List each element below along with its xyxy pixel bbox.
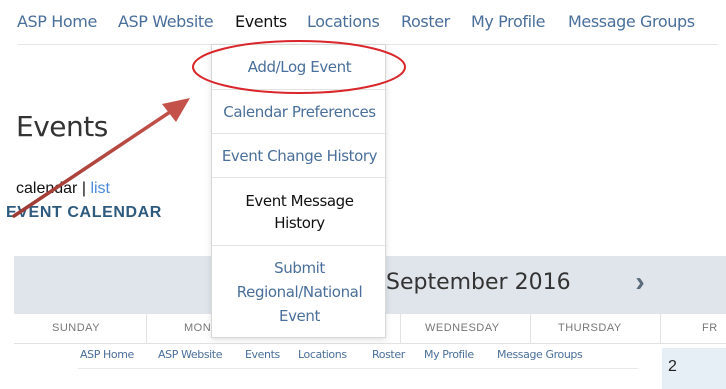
thumb-nav-my-profile: My Profile [424, 348, 474, 361]
nav-item-asp-home[interactable]: ASP Home [17, 12, 97, 31]
column-divider [400, 314, 401, 344]
page-title: Events [16, 110, 108, 143]
month-title: September 2016 [386, 270, 571, 295]
menu-item-label: Calendar Preferences [223, 102, 376, 121]
nav-item-my-profile[interactable]: My Profile [471, 12, 546, 31]
weekday-sunday: SUNDAY [52, 322, 101, 334]
events-dropdown-menu: Add/Log Event Calendar Preferences Event… [211, 44, 387, 338]
thumb-nav-locations: Locations [298, 348, 347, 361]
nav-item-roster[interactable]: Roster [401, 12, 450, 31]
nav-item-events[interactable]: Events [235, 12, 287, 31]
chevron-right-icon: › [635, 266, 645, 297]
thumb-nav-divider [78, 368, 638, 369]
nav-item-message-groups[interactable]: Message Groups [568, 12, 695, 31]
weekday-wednesday: WEDNESDAY [425, 322, 500, 334]
menu-item-event-message-history[interactable]: Event Message History [212, 177, 387, 245]
weekday-thursday: THURSDAY [558, 322, 622, 334]
nav-item-asp-website[interactable]: ASP Website [118, 12, 214, 31]
menu-item-label: Submit Regional/National Event [236, 259, 363, 325]
thumb-nav-message-groups: Message Groups [497, 348, 583, 361]
thumb-nav-asp-home: ASP Home [80, 348, 134, 361]
weekday-monday: MON [184, 322, 212, 334]
thumb-nav-roster: Roster [372, 348, 405, 361]
menu-item-submit-regional-national-event[interactable]: Submit Regional/National Event [212, 245, 387, 338]
column-divider [660, 314, 661, 344]
menu-item-label: Event Message History [245, 191, 354, 232]
next-month-button[interactable]: › [620, 262, 660, 302]
menu-item-add-log-event[interactable]: Add/Log Event [212, 45, 387, 89]
view-switch: calendar | list [16, 180, 110, 198]
menu-item-calendar-preferences[interactable]: Calendar Preferences [212, 89, 387, 133]
column-divider [530, 314, 531, 344]
column-divider [146, 314, 147, 344]
calendar-view-link[interactable]: calendar [16, 180, 77, 197]
menu-item-label: Add/Log Event [247, 58, 352, 76]
thumb-nav-asp-website: ASP Website [158, 348, 223, 361]
top-nav: ASP Home ASP Website Events Locations Ro… [0, 0, 726, 44]
view-separator: | [81, 180, 86, 197]
calendar-day-number: 2 [668, 358, 677, 375]
nav-item-locations[interactable]: Locations [307, 12, 380, 31]
menu-item-event-change-history[interactable]: Event Change History [212, 133, 387, 177]
thumb-nav-events: Events [245, 348, 280, 361]
weekday-friday: FR [702, 322, 718, 334]
calendar-heading: EVENT CALENDAR [6, 204, 162, 221]
menu-item-label: Event Change History [221, 146, 378, 165]
list-view-link[interactable]: list [90, 180, 110, 197]
